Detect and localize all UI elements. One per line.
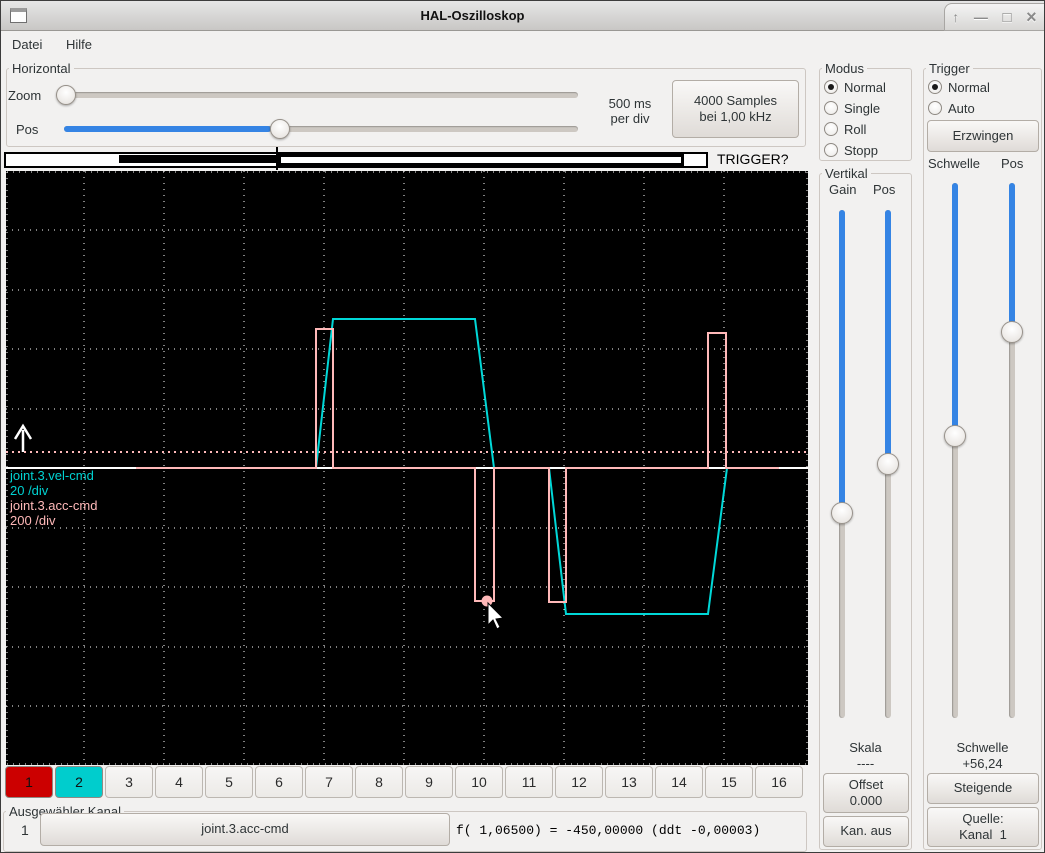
pos-label: Pos [16,122,39,137]
trigger-edge-button[interactable]: Steigende [927,773,1039,804]
channel-button-2[interactable]: 2 [55,766,103,798]
record-position-marker [276,147,278,170]
channel-button-1[interactable]: 1 [5,766,53,798]
zoom-label: Zoom [8,88,42,103]
minimize-icon[interactable]: — [974,10,988,24]
trigger-level-slider-handle[interactable] [944,425,966,447]
hpos-slider-fill [64,126,271,132]
channel-button-9[interactable]: 9 [405,766,453,798]
zoom-slider-track[interactable] [56,92,578,98]
maximize-icon[interactable]: □ [1002,10,1011,25]
modus-option-single[interactable]: Single [824,98,911,118]
channel-button-15[interactable]: 15 [705,766,753,798]
gain-slider-handle[interactable] [831,502,853,524]
trigger-pos-slider-handle[interactable] [1001,321,1023,343]
title-bar[interactable]: HAL-Oszilloskop ↑ — □ × [1,1,1044,31]
vertical-pos-slider[interactable] [877,210,899,718]
channel-button-3[interactable]: 3 [105,766,153,798]
trigger-level-slider[interactable] [944,183,966,718]
channel-button-13[interactable]: 13 [605,766,653,798]
scope-display[interactable]: joint.3.vel-cmd 20 /div joint.3.acc-cmd 200… [6,171,808,765]
radio-icon [824,143,838,157]
trigger-option-normal[interactable]: Normal [928,77,1041,97]
shade-icon[interactable]: ↑ [952,10,959,24]
rate-per-div: 500 ms per div [608,96,652,126]
channel-button-12[interactable]: 12 [555,766,603,798]
hpos-slider-handle[interactable] [270,119,290,139]
zoom-slider-handle[interactable] [56,85,76,105]
skala-value: ---- [856,756,875,771]
modus-option-stopp[interactable]: Stopp [824,140,911,160]
trigger-level-value: +56,24 [962,756,1003,771]
channel-readout-line: joint.3.vel-cmd [10,468,94,483]
gain-label: Gain [829,182,857,197]
gain-slider[interactable] [831,210,853,718]
trigger-legend: Trigger [929,61,970,76]
radio-icon [824,122,838,136]
schwelle-label: Schwelle [928,156,981,171]
force-trigger-button[interactable]: Erzwingen [927,120,1039,152]
tpos-label: Pos [1001,156,1024,171]
trigger-option-auto[interactable]: Auto [928,98,1041,118]
window-title: HAL-Oszilloskop [420,8,525,23]
channel-button-14[interactable]: 14 [655,766,703,798]
channel-readout-line: 200 /div [10,513,56,528]
scope-canvas[interactable] [6,171,808,765]
trigger-source-button[interactable]: Quelle: Kanal 1 [927,807,1039,847]
trace-vel-cmd [136,318,779,615]
channel-button-5[interactable]: 5 [205,766,253,798]
channel-button-7[interactable]: 7 [305,766,353,798]
window-controls: ↑ — □ × [944,3,1044,31]
radio-icon [928,80,942,94]
vpos-label: Pos [873,182,896,197]
channel-off-button[interactable]: Kan. aus [823,816,909,847]
channel-readout-line: 20 /div [10,483,49,498]
vertical-pos-slider-handle[interactable] [877,453,899,475]
channel-button-8[interactable]: 8 [355,766,403,798]
skala-label: Skala [849,740,882,755]
app-window: HAL-Oszilloskop ↑ — □ × Datei Hilfe Hori… [0,0,1045,853]
modus-option-roll[interactable]: Roll [824,119,911,139]
trigger-pos-slider[interactable] [1001,183,1023,718]
horizontal-legend: Horizontal [12,61,71,76]
channel-button-10[interactable]: 10 [455,766,503,798]
vertikal-legend: Vertikal [825,166,868,181]
trigger-panel: Trigger Normal Auto [923,61,1042,850]
close-icon[interactable]: × [1026,8,1037,26]
menu-bar: Datei Hilfe [1,32,1044,58]
trace-acc-cmd [136,328,779,603]
samples-button[interactable]: 4000 Samples bei 1,00 kHz [672,80,799,138]
radio-icon [824,80,838,94]
channel-button-4[interactable]: 4 [155,766,203,798]
mouse-cursor-icon [487,601,505,630]
zoom-slider[interactable] [56,85,578,105]
selected-sample-marker [481,595,493,607]
channel-button-16[interactable]: 16 [755,766,803,798]
trigger-status-label: TRIGGER? [717,151,789,167]
cursor-readout: f( 1,06500) = -450,00000 (ddt -0,00003) [456,823,761,838]
position-arrow-icon [13,423,33,452]
modus-panel: Modus Normal Single Roll Stopp [819,61,912,161]
menu-datei[interactable]: Datei [3,32,51,57]
selected-channel-number: 1 [21,822,29,838]
modus-legend: Modus [825,61,865,76]
modus-option-normal[interactable]: Normal [824,77,911,97]
channel-row: 1 2 3 4 5 6 7 8 9 10 11 12 13 14 15 16 [5,766,807,798]
pin-name-button[interactable]: joint.3.acc-cmd [40,813,450,846]
radio-icon [824,101,838,115]
channel-button-11[interactable]: 11 [505,766,553,798]
trigger-level-caption: Schwelle [956,740,1009,755]
menu-hilfe[interactable]: Hilfe [57,32,101,57]
radio-icon [928,101,942,115]
hpos-slider[interactable] [64,119,578,139]
scope-channel-readout: joint.3.vel-cmd 20 /div joint.3.acc-cmd 200… [10,468,97,528]
record-bar-window [278,154,684,166]
channel-readout-line: joint.3.acc-cmd [10,498,98,513]
offset-button[interactable]: Offset 0.000 [823,773,909,813]
record-bar-filled [119,155,278,163]
channel-button-6[interactable]: 6 [255,766,303,798]
